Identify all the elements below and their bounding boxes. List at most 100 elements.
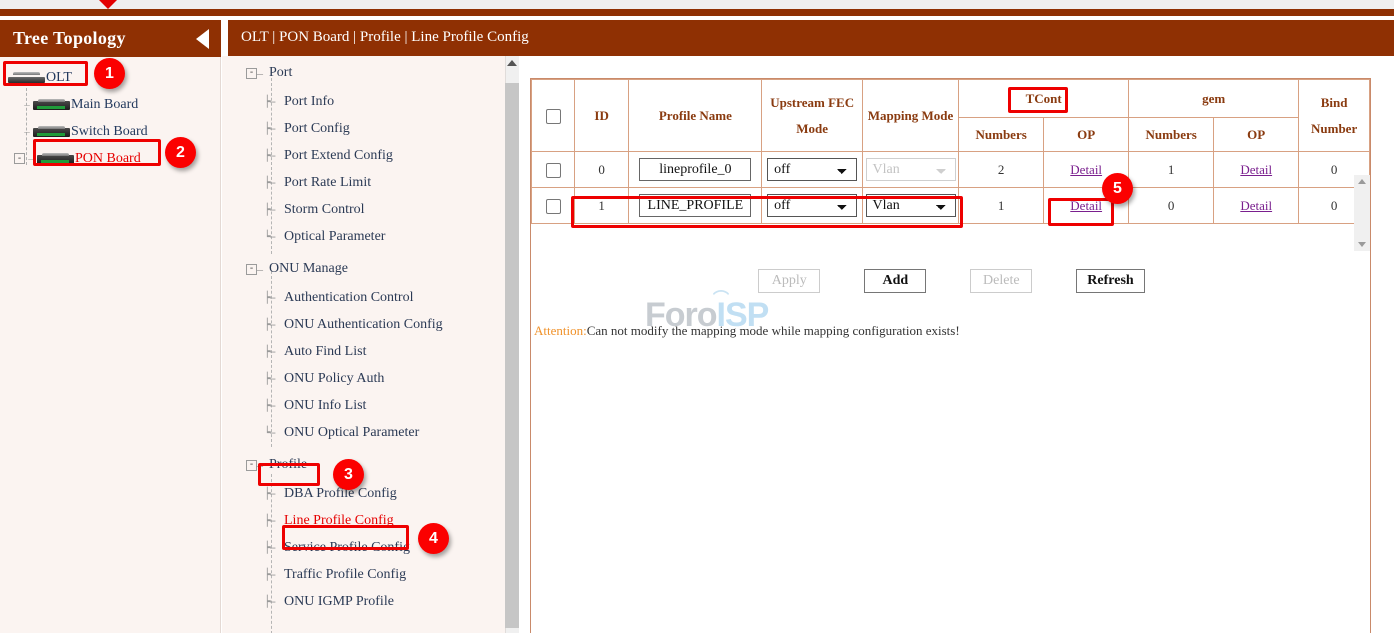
add-button[interactable]: Add: [864, 269, 926, 293]
device-olt-icon: [8, 72, 45, 84]
row-select-checkbox[interactable]: [546, 163, 561, 178]
scroll-down-arrow-icon[interactable]: [1358, 242, 1366, 247]
menu-item-optical-parameter[interactable]: ┕-- Optical Parameter: [222, 223, 505, 250]
tree-expander-icon[interactable]: -: [14, 153, 25, 164]
tree-branch-icon: –: [21, 126, 33, 138]
menu-branch-icon: –: [257, 262, 263, 277]
menu-branch-icon: ┝--: [264, 487, 278, 500]
column-header-upstream-fec-line2: Mode: [762, 121, 861, 137]
menu-item-authentication-control[interactable]: ┝-- Authentication Control: [222, 284, 505, 311]
device-board-icon: [37, 153, 74, 165]
menu-scrollbar-thumb[interactable]: [505, 83, 519, 628]
column-header-mapping-mode: Mapping Mode: [862, 80, 958, 152]
scroll-up-arrow-icon[interactable]: [507, 60, 517, 66]
menu-branch-icon: –: [257, 66, 263, 81]
menu-item-onu-igmp-profile[interactable]: ┝-- ONU IGMP Profile: [222, 588, 505, 615]
breadcrumb: OLT | PON Board | Profile | Line Profile…: [241, 29, 529, 46]
gem-detail-link[interactable]: Detail: [1240, 198, 1272, 213]
upstream-fec-select[interactable]: off: [767, 194, 857, 217]
attention-label: Attention:: [534, 323, 587, 338]
menu-item-label: ONU Authentication Config: [284, 317, 443, 333]
menu-group-label: Port: [269, 65, 292, 81]
menu-branch-icon: ┝--: [264, 203, 278, 216]
menu-item-label: ONU Info List: [284, 398, 366, 414]
menu-group-label: Profile: [269, 457, 307, 473]
menu-item-port-info[interactable]: ┝-- Port Info: [222, 88, 505, 115]
menu-branch-icon: ┝--: [264, 345, 278, 358]
navigation-menu-panel: - – Port ┝-- Port Info ┝-- Port Config ┝…: [222, 56, 519, 633]
cell-tcont-numbers: 1: [959, 188, 1044, 224]
menu-item-service-profile-config[interactable]: ┝-- Service Profile Config: [222, 534, 505, 561]
menu-item-onu-info-list[interactable]: ┝-- ONU Info List: [222, 392, 505, 419]
upstream-fec-select[interactable]: off: [767, 158, 857, 181]
tree-node-pon-board[interactable]: - – PON Board: [0, 145, 221, 172]
column-header-tcont: TCont: [959, 80, 1129, 118]
tree-node-label: Main Board: [71, 97, 138, 113]
tree-node-main-board[interactable]: – Main Board: [0, 91, 221, 118]
cell-upstream-fec: off: [762, 188, 862, 224]
column-header-id: ID: [575, 80, 629, 152]
menu-item-storm-control[interactable]: ┝-- Storm Control: [222, 196, 505, 223]
cell-gem-numbers: 0: [1129, 188, 1214, 224]
cell-id: 1: [575, 188, 629, 224]
tcont-detail-link[interactable]: Detail: [1070, 162, 1102, 177]
line-profile-table-container: ID Profile Name Upstream FEC Mode Mappin…: [530, 78, 1371, 633]
scroll-up-arrow-icon[interactable]: [1358, 179, 1366, 184]
menu-item-label: Port Info: [284, 94, 334, 110]
menu-item-port-extend-config[interactable]: ┝-- Port Extend Config: [222, 142, 505, 169]
menu-item-label: Authentication Control: [284, 290, 413, 306]
tree-node-switch-board[interactable]: – Switch Board: [0, 118, 221, 145]
table-scrollbar[interactable]: [1354, 175, 1370, 251]
menu-item-traffic-profile-config[interactable]: ┝-- Traffic Profile Config: [222, 561, 505, 588]
mapping-mode-select[interactable]: Vlan: [866, 194, 956, 217]
menu-item-label: Port Config: [284, 121, 350, 137]
menu-scrollbar[interactable]: [505, 56, 519, 633]
table-row[interactable]: 1 off Vlan: [532, 188, 1370, 224]
row-select-checkbox[interactable]: [546, 199, 561, 214]
apply-button[interactable]: Apply: [758, 269, 820, 293]
menu-group-profile[interactable]: - – Profile: [222, 450, 505, 480]
profile-name-input[interactable]: [639, 158, 751, 181]
menu-item-line-profile-config[interactable]: ┝-- Line Profile Config: [222, 507, 505, 534]
menu-item-port-config[interactable]: ┝-- Port Config: [222, 115, 505, 142]
menu-expander-icon[interactable]: -: [246, 460, 257, 471]
line-profile-table: ID Profile Name Upstream FEC Mode Mappin…: [531, 79, 1370, 224]
menu-group-port[interactable]: - – Port: [222, 58, 505, 88]
menu-expander-icon[interactable]: -: [246, 68, 257, 79]
top-strip: [0, 0, 1394, 9]
cell-tcont-op: Detail: [1044, 188, 1129, 224]
menu-branch-icon: ┝--: [264, 318, 278, 331]
delete-button[interactable]: Delete: [970, 269, 1032, 293]
device-board-icon: [33, 99, 70, 111]
tcont-detail-link[interactable]: Detail: [1070, 198, 1102, 213]
menu-expander-icon[interactable]: -: [246, 264, 257, 275]
menu-branch-icon: ┕--: [264, 426, 278, 439]
cell-gem-numbers: 1: [1129, 152, 1214, 188]
table-row[interactable]: 0 off Vlan: [532, 152, 1370, 188]
table-body: 0 off Vlan: [532, 152, 1370, 224]
select-all-checkbox[interactable]: [546, 109, 561, 124]
menu-branch-icon: ┝--: [264, 372, 278, 385]
tree-branch-icon: –: [21, 99, 33, 111]
menu-item-auto-find-list[interactable]: ┝-- Auto Find List: [222, 338, 505, 365]
select-all-header: [532, 80, 575, 152]
menu-item-onu-policy-auth[interactable]: ┝-- ONU Policy Auth: [222, 365, 505, 392]
menu-branch-icon: ┝--: [264, 568, 278, 581]
menu-branch-icon: ┝--: [264, 291, 278, 304]
cell-profile-name: [629, 188, 762, 224]
menu-item-port-rate-limit[interactable]: ┝-- Port Rate Limit: [222, 169, 505, 196]
menu-item-label: ONU IGMP Profile: [284, 594, 394, 610]
column-header-gem-numbers: Numbers: [1129, 118, 1214, 152]
collapse-panel-icon[interactable]: [196, 29, 209, 49]
menu-item-onu-optical-parameter[interactable]: ┕-- ONU Optical Parameter: [222, 419, 505, 446]
profile-name-input[interactable]: [639, 194, 751, 217]
menu-group-onu-manage[interactable]: - – ONU Manage: [222, 254, 505, 284]
menu-item-dba-profile-config[interactable]: ┝-- DBA Profile Config: [222, 480, 505, 507]
menu-item-onu-authentication-config[interactable]: ┝-- ONU Authentication Config: [222, 311, 505, 338]
menu-branch-icon: ┝--: [264, 176, 278, 189]
gem-detail-link[interactable]: Detail: [1240, 162, 1272, 177]
content-header: OLT | PON Board | Profile | Line Profile…: [228, 20, 1394, 56]
column-header-gem: gem: [1129, 80, 1299, 118]
refresh-button[interactable]: Refresh: [1076, 269, 1144, 293]
tree-node-olt[interactable]: OLT: [0, 64, 221, 91]
